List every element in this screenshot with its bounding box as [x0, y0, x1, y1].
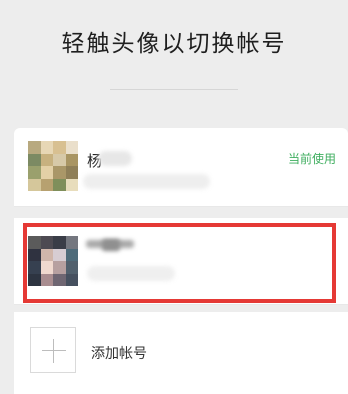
page-title: 轻触头像以切换帐号	[61, 31, 287, 57]
blurred-account-name	[98, 151, 132, 166]
title-divider	[110, 89, 238, 90]
add-account-label: 添加帐号	[91, 346, 147, 362]
selected-account-highlight	[23, 223, 336, 303]
avatar[interactable]	[28, 141, 78, 191]
account-divider	[14, 304, 348, 305]
account-divider	[14, 206, 348, 207]
blurred-account-id	[83, 174, 210, 189]
avatar-image	[28, 141, 78, 191]
current-account-status: 当前使用	[287, 152, 336, 166]
add-account-icon-box[interactable]	[30, 327, 76, 373]
